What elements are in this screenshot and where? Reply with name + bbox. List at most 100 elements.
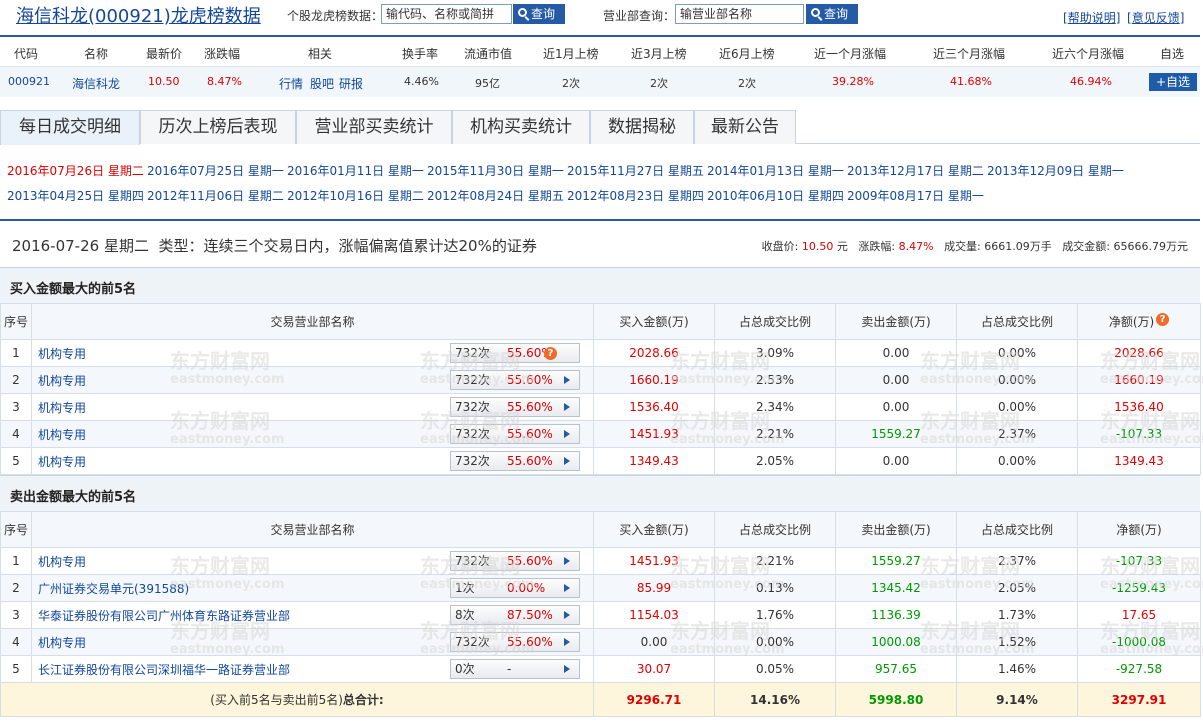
related-report-link[interactable]: 研报	[339, 75, 363, 92]
dept-stat-button[interactable]: 732次 55.60%	[450, 551, 580, 571]
dept-stat-button[interactable]: 732次 55.60%	[450, 397, 580, 417]
tab-daily-detail[interactable]: 每日成交明细	[0, 110, 140, 145]
stock-change: 8.47%	[207, 75, 242, 88]
summary-change: 8.47%	[898, 240, 934, 253]
total-buy: 9296.71	[593, 682, 715, 717]
dept-stat-button[interactable]: 732次 55.60%	[450, 451, 580, 471]
dept-stat-button[interactable]: 732次 55.60%?	[450, 343, 580, 363]
page-title[interactable]: 海信科龙(000921)龙虎榜数据	[16, 2, 261, 28]
sell-ratio: 2.37%	[956, 547, 1078, 575]
tab-dept-stats[interactable]: 营业部买卖统计	[296, 110, 452, 144]
sell-table: 序号 交易营业部名称 买入金额(万) 占总成交比例 卖出金额(万) 占总成交比例…	[0, 511, 1201, 717]
add-watchlist-button[interactable]: +自选	[1149, 73, 1197, 91]
date-link[interactable]: 2013年12月09日 星期一	[987, 162, 1124, 179]
dept-stat-button[interactable]: 8次 87.50%	[450, 605, 580, 625]
tab-latest-notice[interactable]: 最新公告	[694, 110, 796, 144]
date-link[interactable]: 2016年07月26日 星期二	[7, 162, 144, 179]
dept-search-input[interactable]: 输营业部名称	[675, 4, 804, 24]
net-amount: 2028.66	[1077, 339, 1201, 367]
top-header: 海信科龙(000921)龙虎榜数据 个股龙虎榜数据： 输代码、名称或简拼 查询 …	[0, 0, 1203, 34]
date-link[interactable]: 2012年08月23日 星期四	[567, 187, 704, 204]
stock-query-button[interactable]: 查询	[513, 4, 565, 24]
dept-name-link[interactable]: 机构专用	[38, 347, 86, 361]
date-link[interactable]: 2013年04月25日 星期四	[7, 187, 144, 204]
sell-ratio: 2.05%	[956, 574, 1078, 602]
buy-ratio: 1.76%	[714, 601, 836, 629]
buy-ratio: 3.09%	[714, 339, 836, 367]
sell-ratio: 0.00%	[956, 339, 1078, 367]
dept-query-button[interactable]: 查询	[806, 4, 858, 24]
row-no: 2	[0, 366, 32, 394]
dept-name-link[interactable]: 广州证券交易单元(391588)	[38, 582, 189, 596]
stock-search-input[interactable]: 输代码、名称或简拼	[381, 4, 512, 24]
sell-ratio: 0.00%	[956, 447, 1078, 475]
date-link[interactable]: 2012年10月16日 星期二	[287, 187, 424, 204]
stock-code-link[interactable]: 000921	[8, 75, 50, 88]
arrow-right-icon	[564, 638, 570, 646]
sell-amount: 1136.39	[835, 601, 957, 629]
dept-name-link[interactable]: 机构专用	[38, 455, 86, 469]
dept-name-link[interactable]: 机构专用	[38, 401, 86, 415]
net-amount: -107.33	[1077, 547, 1201, 575]
sell-ratio: 2.37%	[956, 420, 1078, 448]
date-link[interactable]: 2013年12月17日 星期二	[847, 162, 984, 179]
date-link[interactable]: 2016年01月11日 星期一	[287, 162, 424, 179]
arrow-right-icon	[564, 665, 570, 673]
dept-name-link[interactable]: 机构专用	[38, 374, 86, 388]
net-amount: -107.33	[1077, 420, 1201, 448]
dept-stat-button[interactable]: 732次 55.60%	[450, 632, 580, 652]
tab-institution-stats[interactable]: 机构买卖统计	[452, 110, 590, 144]
sell-header-row: 序号 交易营业部名称 买入金额(万) 占总成交比例 卖出金额(万) 占总成交比例…	[0, 511, 1201, 548]
col-m3-gain: 近三个月涨幅	[933, 47, 1006, 61]
sell-amount: 0.00	[835, 366, 957, 394]
sell-section-title: 卖出金额最大的前5名	[0, 475, 1200, 511]
tab-data-reveal[interactable]: 数据揭秘	[590, 110, 694, 144]
stock-turnover: 4.46%	[404, 75, 439, 88]
dept-stat-button[interactable]: 1次 0.00%	[450, 578, 580, 598]
date-link[interactable]: 2016年07月25日 星期一	[147, 162, 284, 179]
help-link[interactable]: [帮助说明]	[1063, 9, 1120, 26]
dept-stat-button[interactable]: 0次 -	[450, 659, 580, 679]
arrow-right-icon	[564, 584, 570, 592]
sell-amount: 957.65	[835, 655, 957, 683]
date-link[interactable]: 2010年06月10日 星期四	[707, 187, 844, 204]
feedback-link[interactable]: [意见反馈]	[1127, 9, 1184, 26]
col-related: 相关	[308, 47, 333, 61]
stock-name-link[interactable]: 海信科龙	[72, 75, 120, 92]
date-link[interactable]: 2012年08月24日 星期五	[427, 187, 564, 204]
date-link[interactable]: 2009年08月17日 星期一	[847, 187, 984, 204]
table-row: 3 机构专用 732次 55.60% 1536.40 2.34% 0.00 0.00% 1536…	[0, 393, 1201, 421]
dept-name-link[interactable]: 华泰证券股份有限公司广州体育东路证券营业部	[38, 609, 290, 623]
help-icon[interactable]: ?	[544, 347, 557, 360]
dept-name-link[interactable]: 机构专用	[38, 555, 86, 569]
net-amount: 1349.43	[1077, 447, 1201, 475]
related-quote-link[interactable]: 行情	[279, 75, 303, 92]
help-icon[interactable]: ?	[1156, 313, 1170, 326]
arrow-right-icon	[564, 430, 570, 438]
date-link[interactable]: 2015年11月27日 星期五	[567, 162, 704, 179]
stock-float-cap: 95亿	[475, 77, 500, 90]
total-sell: 5998.80	[835, 682, 957, 717]
table-row: 5 长江证券股份有限公司深圳福华一路证券营业部 0次 - 30.07 0.05% 957.6…	[0, 655, 1201, 683]
summary-date: 2016-07-26 星期二	[12, 237, 149, 255]
date-link[interactable]: 2014年01月13日 星期一	[707, 162, 844, 179]
summary-amount: 65666.79万元	[1113, 240, 1189, 253]
arrow-right-icon	[564, 457, 570, 465]
buy-amount: 1349.43	[593, 447, 715, 475]
dept-stat-button[interactable]: 732次 55.60%	[450, 424, 580, 444]
sell-amount: 0.00	[835, 393, 957, 421]
buy-amount: 1660.19	[593, 366, 715, 394]
arrow-right-icon	[564, 403, 570, 411]
table-row: 4 机构专用 732次 55.60% 0.00 0.00% 1000.08 1.52% -100…	[0, 628, 1201, 656]
date-link[interactable]: 2012年11月06日 星期二	[147, 187, 284, 204]
dept-stat-button[interactable]: 732次 55.60%	[450, 370, 580, 390]
related-forum-link[interactable]: 股吧	[310, 75, 334, 92]
date-link[interactable]: 2015年11月30日 星期一	[427, 162, 564, 179]
sell-ratio: 1.46%	[956, 655, 1078, 683]
dept-name-link[interactable]: 长江证券股份有限公司深圳福华一路证券营业部	[38, 663, 290, 677]
buy-amount: 30.07	[593, 655, 715, 683]
stock-m3-gain: 41.68%	[950, 75, 992, 88]
dept-name-link[interactable]: 机构专用	[38, 428, 86, 442]
tab-history-performance[interactable]: 历次上榜后表现	[140, 110, 296, 144]
dept-name-link[interactable]: 机构专用	[38, 636, 86, 650]
